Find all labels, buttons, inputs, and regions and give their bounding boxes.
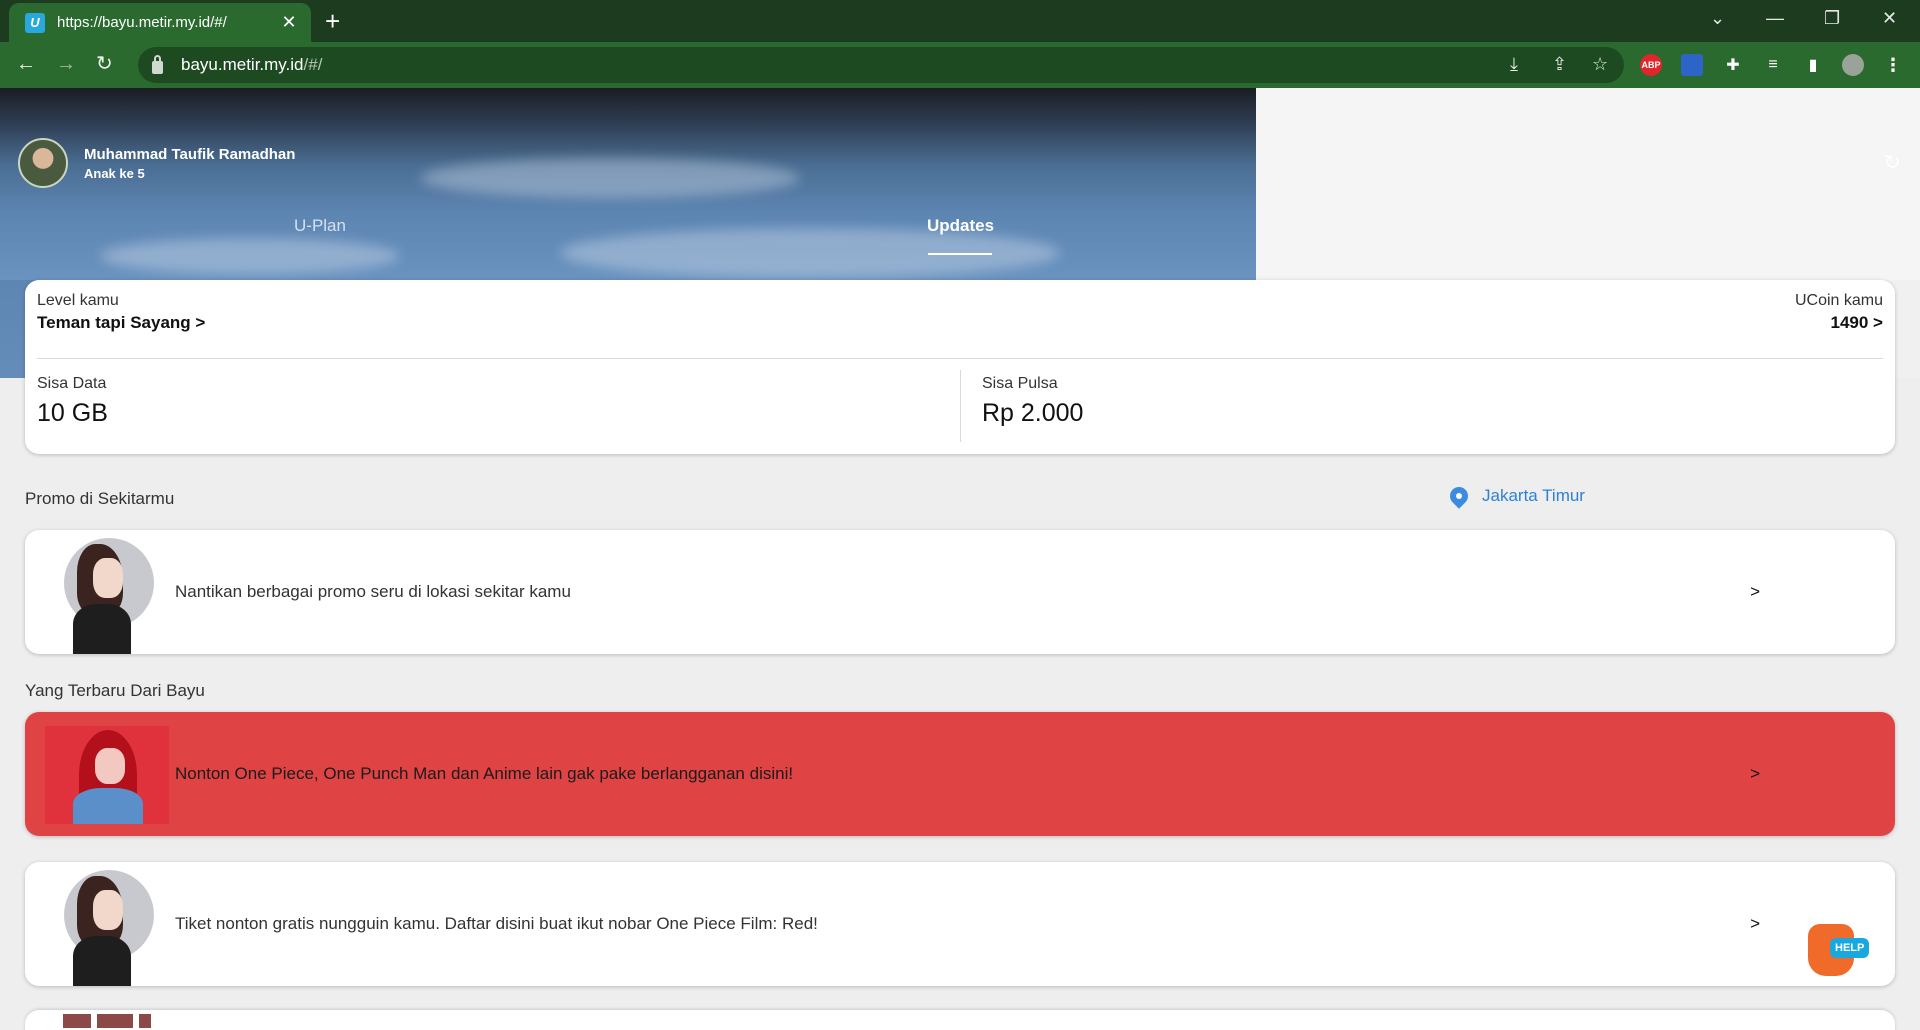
adblock-extension-icon[interactable]: ABP [1640,54,1662,76]
chevron-right-icon: > [1750,914,1760,933]
bookmark-star-icon[interactable]: ☆ [1592,54,1608,75]
chevron-right-icon: > [1750,764,1760,783]
anime-promo-illustration [45,726,169,824]
update-text: Nonton One Piece, One Punch Man dan Anim… [175,764,794,783]
forward-icon[interactable]: → [56,52,76,76]
summary-divider [37,358,1883,359]
help-label: HELP [1830,938,1870,958]
profile-subtitle: Anak ke 5 [84,165,145,181]
promo-card[interactable]: Nantikan berbagai promo seru di lokasi s… [25,530,1895,654]
extensions-puzzle-icon[interactable]: ✚ [1722,54,1744,76]
reader-extension-icon[interactable] [1681,54,1703,76]
level-label: Level kamu [37,292,119,309]
ucoin-label: UCoin kamu [1794,292,1883,309]
active-tab-indicator [928,253,992,255]
favicon-icon: U [25,12,45,33]
update-text: Tiket nonton gratis nungguin kamu. Dafta… [175,914,818,933]
pulsa-label: Sisa Pulsa [982,375,1058,392]
summary-vertical-divider [960,370,961,442]
data-label: Sisa Data [37,375,107,392]
browser-tab-active[interactable]: U https://bayu.metir.my.id/#/ ✕ [9,3,311,42]
chevron-right-icon: > [1750,582,1760,601]
promo-text: Nantikan berbagai promo seru di lokasi s… [175,582,571,601]
avatar[interactable] [18,138,68,188]
hero-right-panel [1256,88,1920,280]
back-icon[interactable]: ← [16,52,36,76]
address-bar[interactable]: bayu.metir.my.id/#/ [138,47,1624,83]
updates-section-title: Yang Terbaru Dari Bayu [25,681,205,700]
update-card-anime[interactable]: Nonton One Piece, One Punch Man dan Anim… [25,712,1895,836]
minimize-icon[interactable]: — [1766,8,1784,29]
location-selector[interactable]: Jakarta Timur [1446,483,1585,509]
url-path: /#/ [303,55,323,74]
promo-illustration [59,534,155,654]
tab-updates[interactable]: Updates [927,216,994,236]
share-icon[interactable]: ⇪ [1552,54,1567,75]
pulsa-value: Rp 2.000 [982,399,1084,427]
profile-name: Muhammad Taufik Ramadhan [84,145,296,163]
profile-block[interactable]: Muhammad Taufik Ramadhan Anak ke 5 [18,138,295,188]
url-host: bayu.metir.my.id [181,55,304,74]
location-pin-icon [1446,483,1472,509]
tab-title: https://bayu.metir.my.id/#/ [57,14,227,31]
menu-kebab-icon[interactable]: ⋮ [1882,54,1904,76]
install-icon[interactable]: ⤓ [1510,54,1518,75]
help-button[interactable]: HELP [1806,918,1870,978]
location-label: Jakarta Timur [1482,486,1585,505]
media-queue-icon[interactable]: ≡ [1762,54,1784,76]
tab-search-icon[interactable]: ⌄ [1710,8,1725,29]
restore-icon[interactable]: ❐ [1824,8,1840,29]
ticket-promo-illustration [59,866,155,986]
next-update-card-partial[interactable] [25,1010,1895,1030]
data-value: 10 GB [37,399,108,427]
profile-avatar-icon[interactable] [1842,54,1864,76]
page-content: Muhammad Taufik Ramadhan Anak ke 5 U-Pla… [0,88,1920,1030]
window-close-icon[interactable]: ✕ [1882,8,1897,29]
promo-section-title: Promo di Sekitarmu [25,489,175,508]
account-summary-card: Level kamu Teman tapi Sayang > UCoin kam… [25,280,1895,454]
ucoin-value-link[interactable]: 1490 > [1795,313,1883,333]
lock-icon [152,54,163,74]
update-card-ticket[interactable]: Tiket nonton gratis nungguin kamu. Dafta… [25,862,1895,986]
reload-icon[interactable]: ↻ [96,52,113,76]
browser-tab-strip: U https://bayu.metir.my.id/#/ ✕ + ⌄ — ❐ … [0,0,1920,42]
side-panel-icon[interactable]: ▮ [1802,54,1824,76]
tab-u-plan[interactable]: U-Plan [294,216,346,236]
refresh-icon[interactable]: ↻ [1884,150,1901,175]
new-tab-icon[interactable]: + [325,7,340,35]
browser-toolbar: ← → ↻ bayu.metir.my.id/#/ ⤓ ⇪ ☆ [0,42,1920,88]
level-value-link[interactable]: Teman tapi Sayang > [37,313,205,333]
tab-close-icon[interactable]: ✕ [279,12,299,33]
